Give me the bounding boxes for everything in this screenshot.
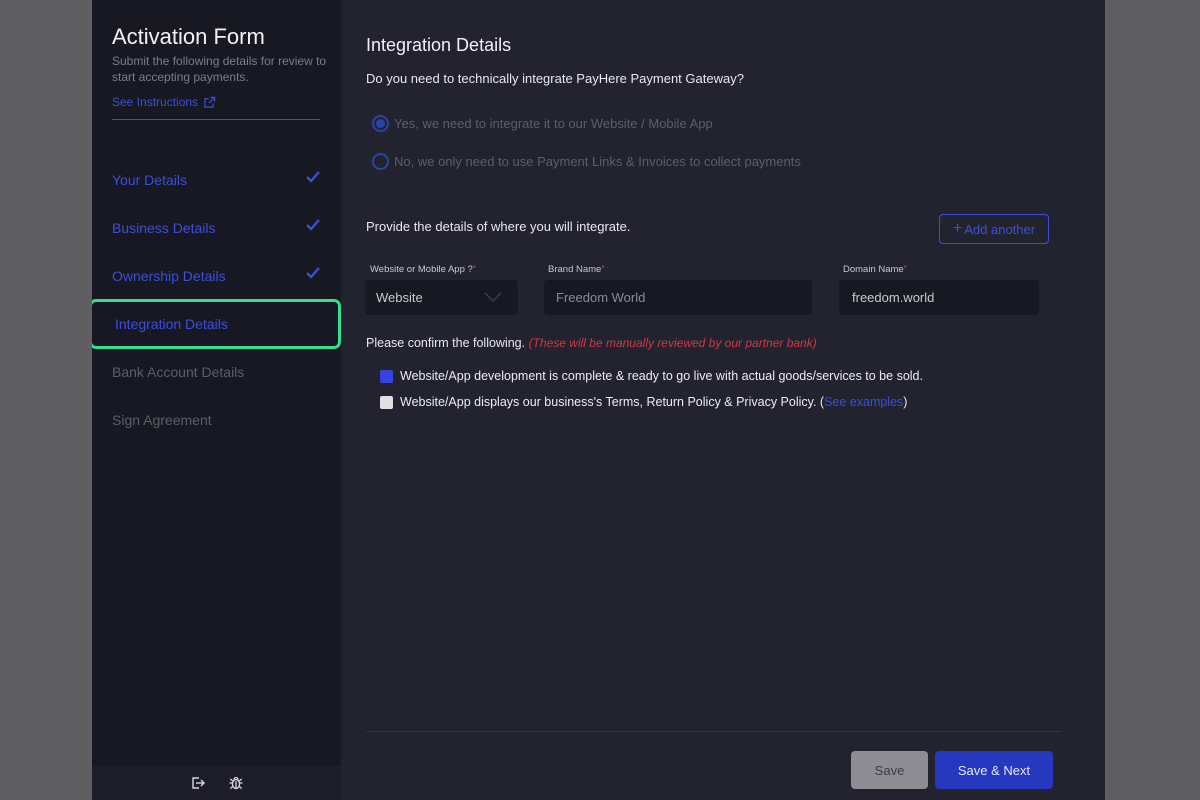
- plus-icon: +: [952, 220, 963, 237]
- checkbox[interactable]: [380, 369, 393, 383]
- sidebar-item-sign-agreement[interactable]: Sign Agreement: [92, 398, 341, 442]
- checkbox-row-development-complete[interactable]: Website/App development is complete & re…: [380, 369, 923, 383]
- bug-icon[interactable]: [228, 775, 244, 791]
- brand-name-input[interactable]: [556, 290, 812, 305]
- sidebar-item-business-details[interactable]: Business Details: [92, 206, 341, 250]
- check-icon: [306, 171, 320, 183]
- radio-option-no[interactable]: No, we only need to use Payment Links & …: [372, 153, 801, 170]
- page-title: Integration Details: [366, 35, 512, 55]
- sidebar: Activation Form Submit the following det…: [92, 0, 341, 800]
- brand-field-label: Brand Name*: [548, 264, 605, 275]
- chevron-down-icon: [484, 292, 502, 303]
- sidebar-item-ownership-details[interactable]: Ownership Details: [92, 254, 341, 298]
- sidebar-footer: [92, 766, 341, 800]
- required-mark: *: [601, 264, 605, 273]
- brand-name-field[interactable]: [544, 280, 812, 315]
- see-instructions-label: See Instructions: [112, 95, 199, 109]
- sidebar-subtitle: Submit the following details for review …: [112, 54, 327, 84]
- sidebar-title: Activation Form: [112, 24, 265, 49]
- domain-field-label: Domain Name*: [843, 264, 907, 275]
- save-and-next-button[interactable]: Save & Next: [935, 751, 1053, 789]
- radio-button[interactable]: [372, 153, 389, 170]
- sidebar-item-label: Your Details: [112, 172, 187, 188]
- provide-details-text: Provide the details of where you will in…: [366, 219, 631, 234]
- sidebar-item-label: Integration Details: [115, 316, 228, 332]
- confirm-heading: Please confirm the following. (These wil…: [366, 336, 817, 350]
- sidebar-item-label: Business Details: [112, 220, 216, 236]
- save-button[interactable]: Save: [851, 751, 928, 789]
- logout-icon[interactable]: [190, 775, 206, 791]
- integration-question: Do you need to technically integrate Pay…: [366, 71, 744, 86]
- external-link-icon: [204, 96, 216, 108]
- check-icon: [306, 219, 320, 231]
- footer-divider: [366, 731, 1061, 732]
- sidebar-item-label: Ownership Details: [112, 268, 226, 284]
- type-select[interactable]: Website: [365, 280, 518, 315]
- add-another-label: Add another: [964, 221, 1036, 237]
- sidebar-divider: [112, 119, 320, 120]
- radio-option-yes[interactable]: Yes, we need to integrate it to our Webs…: [372, 115, 713, 132]
- required-mark: *: [472, 264, 476, 273]
- see-instructions-link[interactable]: See Instructions: [112, 95, 216, 109]
- sidebar-item-your-details[interactable]: Your Details: [92, 158, 341, 202]
- domain-name-field[interactable]: [839, 280, 1039, 315]
- radio-button[interactable]: [372, 115, 389, 132]
- checkbox[interactable]: [380, 395, 393, 409]
- sidebar-item-integration-details[interactable]: Integration Details: [92, 299, 341, 349]
- type-field-label: Website or Mobile App ?*: [370, 264, 476, 275]
- type-select-value: Website: [376, 290, 423, 305]
- domain-name-input[interactable]: [852, 290, 1039, 305]
- confirm-note: (These will be manually reviewed by our …: [528, 336, 817, 350]
- required-mark: *: [903, 264, 907, 273]
- add-another-button[interactable]: + Add another: [939, 214, 1049, 244]
- checkbox-row-policies[interactable]: Website/App displays our business's Term…: [380, 395, 907, 409]
- radio-label: Yes, we need to integrate it to our Webs…: [394, 116, 713, 131]
- sidebar-item-label: Bank Account Details: [112, 364, 245, 380]
- main-panel: Integration Details Do you need to techn…: [365, 0, 1086, 800]
- checkbox-label: Website/App displays our business's Term…: [400, 395, 908, 409]
- radio-label: No, we only need to use Payment Links & …: [394, 154, 801, 169]
- checkbox-label: Website/App development is complete & re…: [400, 369, 923, 383]
- sidebar-item-label: Sign Agreement: [112, 412, 212, 428]
- check-icon: [306, 267, 320, 279]
- sidebar-item-bank-account-details[interactable]: Bank Account Details: [92, 350, 341, 394]
- activation-window: Activation Form Submit the following det…: [92, 0, 1105, 800]
- see-examples-link[interactable]: See examples: [824, 395, 903, 409]
